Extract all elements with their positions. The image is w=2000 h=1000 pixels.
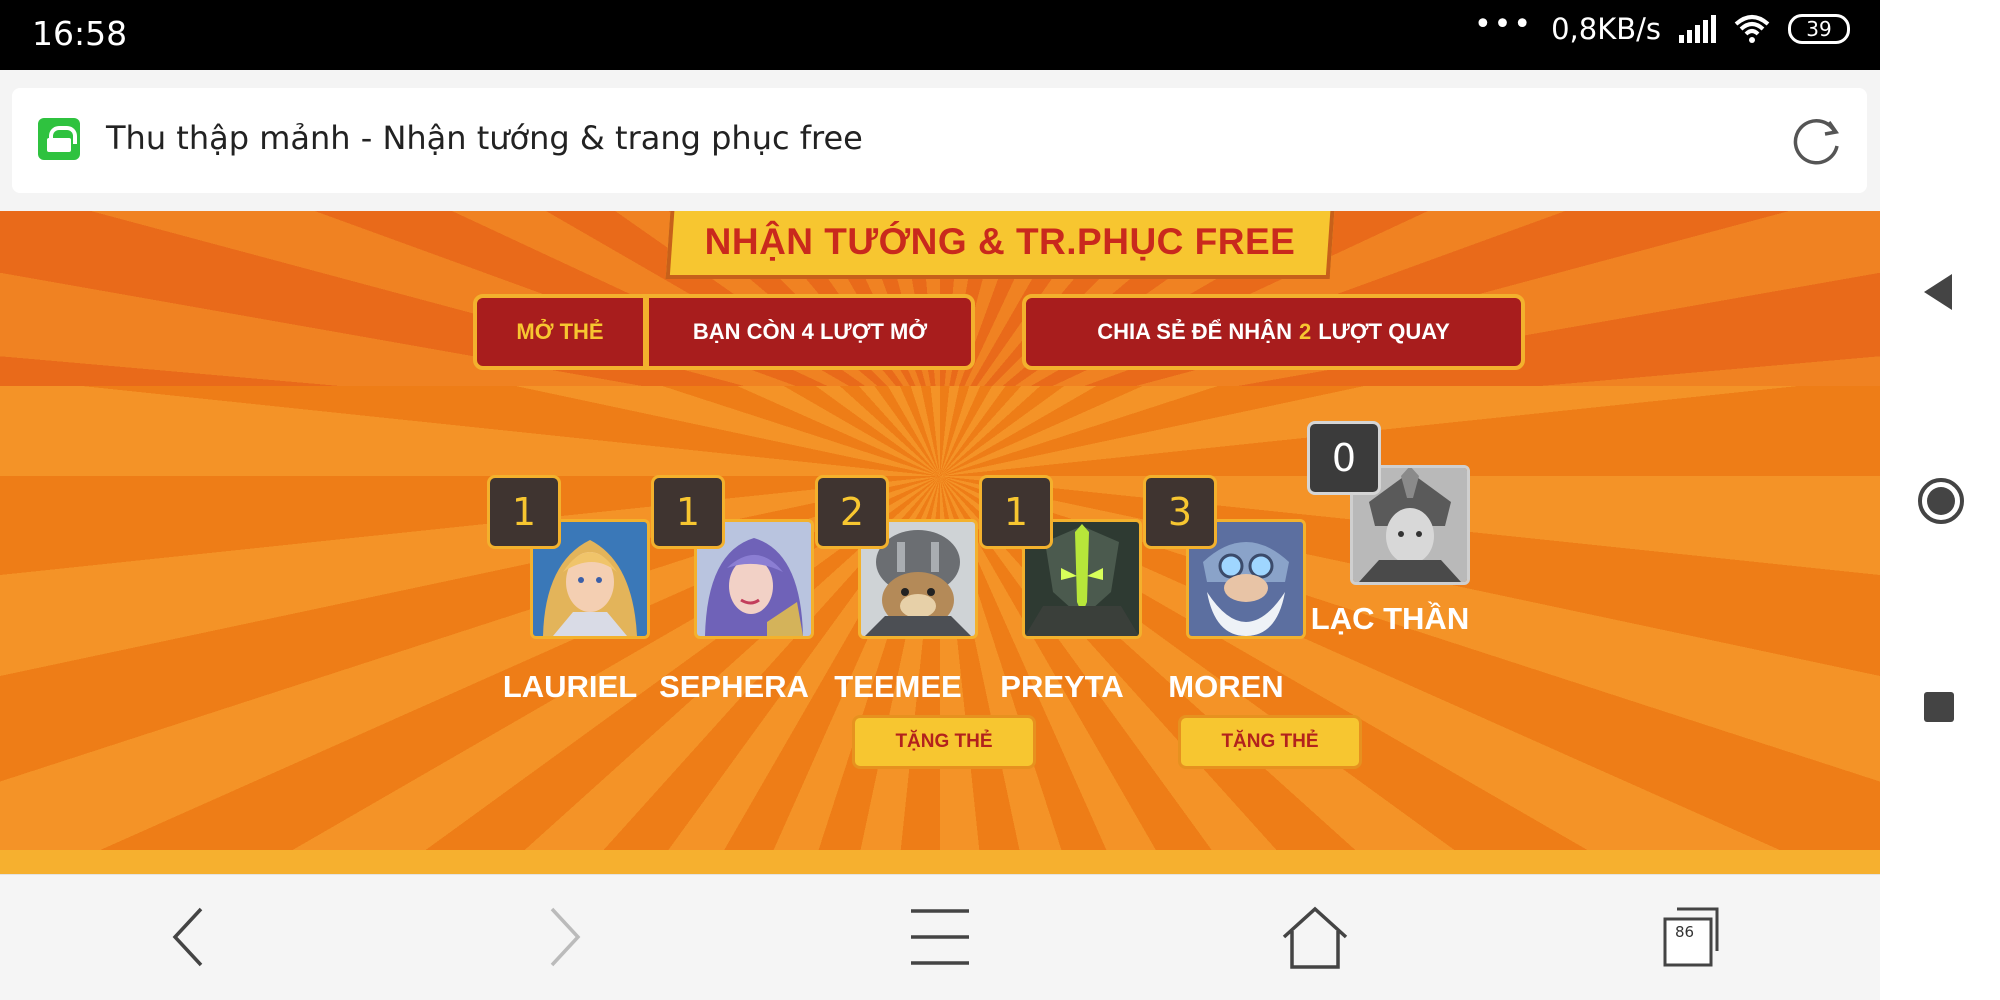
nav-back-icon[interactable] bbox=[1920, 272, 1956, 312]
banner-title: NHẬN TƯỚNG & TR.PHỤC FREE bbox=[704, 221, 1296, 262]
share-button[interactable]: CHIA SẺ ĐỂ NHẬN 2 LƯỢT QUAY bbox=[1022, 294, 1525, 370]
remaining-opens: BẠN CÒN 4 LƯỢT MỞ bbox=[692, 319, 928, 344]
web-content: NHẬN TƯỚNG & TR.PHỤC FREE MỞ THẺ BẠN CÒN… bbox=[0, 211, 1880, 874]
home-icon[interactable] bbox=[1280, 905, 1350, 969]
battery-icon: 39 bbox=[1788, 14, 1850, 44]
status-bar: 16:58 ••• 0,8KB/s 39 bbox=[0, 0, 1880, 70]
gift-card-button-teemee[interactable]: TẶNG THẺ bbox=[852, 715, 1036, 769]
menu-icon[interactable] bbox=[905, 905, 975, 969]
nav-home-icon[interactable] bbox=[1916, 476, 1966, 526]
hero-count-badge: 0 bbox=[1307, 421, 1381, 495]
more-dots-icon: ••• bbox=[1473, 6, 1534, 42]
share-suffix: LƯỢT QUAY bbox=[1318, 319, 1450, 344]
hero-name: MOREN bbox=[1168, 669, 1284, 704]
page-title[interactable]: Thu thập mảnh - Nhận tướng & trang phục … bbox=[106, 119, 863, 157]
signal-icon bbox=[1679, 15, 1716, 43]
forward-icon[interactable] bbox=[530, 905, 600, 969]
share-count: 2 bbox=[1298, 319, 1312, 344]
share-prefix: CHIA SẺ ĐỂ NHẬN bbox=[1097, 319, 1292, 344]
battery-level: 39 bbox=[1806, 17, 1832, 41]
footer-band bbox=[0, 850, 1880, 874]
network-speed: 0,8KB/s bbox=[1551, 12, 1661, 46]
address-bar[interactable]: Thu thập mảnh - Nhận tướng & trang phục … bbox=[12, 88, 1867, 193]
hero-count-badge: 3 bbox=[1143, 475, 1217, 549]
system-nav-bar bbox=[1880, 0, 2000, 1000]
nav-recent-icon[interactable] bbox=[1922, 690, 1956, 724]
back-icon[interactable] bbox=[153, 905, 223, 969]
browser-toolbar: Thu thập mảnh - Nhận tướng & trang phục … bbox=[0, 70, 1880, 211]
hero-name: LẠC THẦN bbox=[1310, 601, 1470, 636]
open-card-group: MỞ THẺ BẠN CÒN 4 LƯỢT MỞ bbox=[473, 294, 975, 370]
hero-count-badge: 2 bbox=[815, 475, 889, 549]
tabs-button[interactable]: 86 bbox=[1655, 905, 1725, 969]
wifi-icon bbox=[1734, 15, 1770, 43]
lock-icon bbox=[38, 118, 80, 160]
hero-count-badge: 1 bbox=[487, 475, 561, 549]
status-right: ••• 0,8KB/s 39 bbox=[1474, 7, 1850, 46]
tab-count: 86 bbox=[1675, 923, 1695, 941]
gift-card-button-moren[interactable]: TẶNG THẺ bbox=[1178, 715, 1362, 769]
open-card-button[interactable]: MỞ THẺ bbox=[477, 298, 649, 366]
hero-count-badge: 1 bbox=[651, 475, 725, 549]
status-time: 16:58 bbox=[32, 14, 128, 53]
hero-count-badge: 1 bbox=[979, 475, 1053, 549]
reload-icon[interactable] bbox=[1789, 112, 1845, 168]
browser-bottom-bar: 86 bbox=[0, 874, 1880, 1000]
